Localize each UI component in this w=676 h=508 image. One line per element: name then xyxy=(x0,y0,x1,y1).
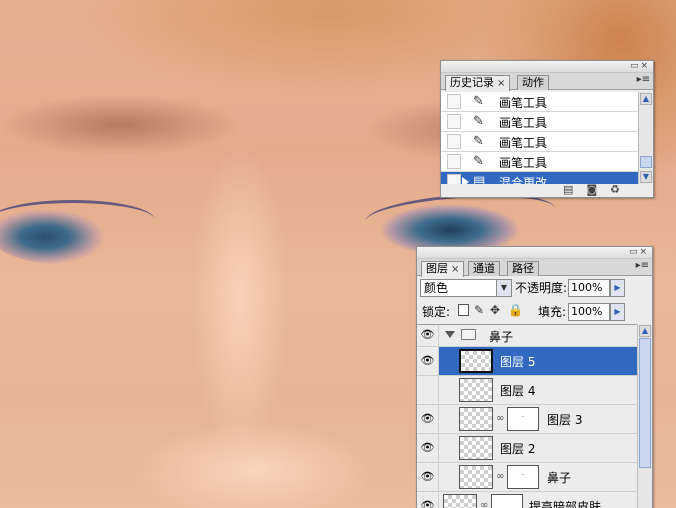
history-panel-titlebar[interactable]: ▭× xyxy=(441,61,653,73)
layer-mask-thumbnail[interactable]: · xyxy=(507,465,539,489)
tab-actions[interactable]: 动作 xyxy=(517,75,549,90)
visibility-eye-icon[interactable]: 👁 xyxy=(417,434,439,462)
history-item[interactable]: ✎ 画笔工具 xyxy=(441,132,639,152)
layers-panel-titlebar[interactable]: ▭× xyxy=(417,247,652,259)
layer-thumbnail xyxy=(459,378,493,402)
history-scrollbar[interactable]: ▲ ▼ xyxy=(638,92,653,184)
new-document-icon[interactable]: ▤ xyxy=(563,183,586,196)
opacity-input[interactable]: 100% xyxy=(568,279,610,297)
tab-close-icon[interactable]: × xyxy=(451,264,459,275)
brush-icon: ✎ xyxy=(473,154,484,169)
lock-transparency-icon[interactable] xyxy=(458,304,469,316)
fill-slider-arrow-icon[interactable]: ▶ xyxy=(610,303,625,321)
link-chain-icon[interactable]: ∞ xyxy=(496,413,504,424)
history-item[interactable]: ✎ 画笔工具 xyxy=(441,92,639,112)
panel-window-buttons[interactable]: ▭× xyxy=(629,247,649,257)
layer-row[interactable]: 👁 ∞ · 图层 3 xyxy=(417,405,637,434)
brush-icon: ✎ xyxy=(473,114,484,129)
tab-paths[interactable]: 路径 xyxy=(507,261,539,276)
layer-row[interactable]: 👁 ∞ · 鼻子 xyxy=(417,463,637,492)
layer-row-selected[interactable]: 👁 图层 5 xyxy=(417,347,637,376)
expand-triangle-icon[interactable] xyxy=(445,331,455,338)
blend-opacity-row: 颜色 ▼ 不透明度: 100% ▶ xyxy=(417,276,654,300)
history-panel-tabs: 历史记录 × 动作 ▸≡ xyxy=(441,73,653,91)
layer-row[interactable]: 图层 4 xyxy=(417,376,637,405)
trash-icon[interactable]: ♻ xyxy=(610,183,633,196)
layer-blend-icon: ▤ xyxy=(473,174,486,184)
lock-position-move-icon[interactable]: ✥ xyxy=(490,302,500,318)
left-eye xyxy=(0,205,150,265)
layer-thumbnail xyxy=(459,436,493,460)
history-source-checkbox[interactable] xyxy=(447,134,461,149)
visibility-eye-icon[interactable]: 👁 xyxy=(417,347,439,375)
history-source-checkbox[interactable] xyxy=(447,174,461,184)
tab-close-icon[interactable]: × xyxy=(497,78,505,89)
layers-scrollbar[interactable]: ▲ xyxy=(637,324,652,508)
folder-icon xyxy=(461,329,476,340)
lock-fill-row: 锁定: ✎ ✥ 🔒 填充: 100% ▶ xyxy=(417,300,654,324)
tab-channels[interactable]: 通道 xyxy=(468,261,500,276)
scroll-thumb[interactable] xyxy=(639,338,651,468)
visibility-eye-icon[interactable]: 👁 xyxy=(417,492,439,508)
layer-group-row[interactable]: 👁 鼻子 xyxy=(417,325,637,347)
panel-menu-icon[interactable]: ▸≡ xyxy=(637,74,650,85)
layers-panel-tabs: 图层 × 通道 路径 ▸≡ xyxy=(417,259,652,277)
scroll-up-icon[interactable]: ▲ xyxy=(639,325,651,337)
layer-thumbnail xyxy=(459,349,493,373)
history-state-marker-icon xyxy=(462,177,469,184)
lock-pixels-brush-icon[interactable]: ✎ xyxy=(474,302,484,318)
fill-input[interactable]: 100% xyxy=(568,303,610,321)
history-source-checkbox[interactable] xyxy=(447,94,461,109)
chevron-down-icon[interactable]: ▼ xyxy=(496,280,511,296)
scroll-up-icon[interactable]: ▲ xyxy=(640,93,652,105)
layer-row[interactable]: 👁 图层 2 xyxy=(417,434,637,463)
blend-mode-select[interactable]: 颜色 ▼ xyxy=(420,279,512,297)
layer-thumbnail xyxy=(459,407,493,431)
history-footer: ▤◙♻ xyxy=(563,183,633,196)
layer-mask-thumbnail[interactable] xyxy=(491,494,523,508)
layer-thumbnail xyxy=(459,465,493,489)
layers-list: 👁 鼻子 👁 图层 5 图层 4 👁 ∞ · 图层 3 👁 图层 2 👁 ∞ ·… xyxy=(417,324,637,508)
visibility-eye-icon[interactable]: 👁 xyxy=(417,463,439,491)
opacity-slider-arrow-icon[interactable]: ▶ xyxy=(610,279,625,297)
history-source-checkbox[interactable] xyxy=(447,114,461,129)
history-item[interactable]: ✎ 画笔工具 xyxy=(441,112,639,132)
snapshot-camera-icon[interactable]: ◙ xyxy=(586,183,610,196)
scroll-down-icon[interactable]: ▼ xyxy=(640,171,652,183)
visibility-eye-icon[interactable]: 👁 xyxy=(417,325,439,346)
visibility-eye-icon[interactable] xyxy=(417,376,439,404)
history-list: ✎ 画笔工具 ✎ 画笔工具 ✎ 画笔工具 ✎ 画笔工具 ▤ 混合更改 xyxy=(441,92,639,184)
history-source-checkbox[interactable] xyxy=(447,154,461,169)
scroll-thumb[interactable] xyxy=(640,156,652,168)
layer-thumbnail xyxy=(443,494,477,508)
layer-mask-thumbnail[interactable]: · xyxy=(507,407,539,431)
brush-icon: ✎ xyxy=(473,94,484,109)
link-chain-icon[interactable]: ∞ xyxy=(496,471,504,482)
tab-layers[interactable]: 图层 × xyxy=(421,261,465,277)
history-item[interactable]: ✎ 画笔工具 xyxy=(441,152,639,172)
tab-history[interactable]: 历史记录 × xyxy=(445,75,511,91)
panel-menu-icon[interactable]: ▸≡ xyxy=(636,260,649,271)
brush-icon: ✎ xyxy=(473,134,484,149)
visibility-eye-icon[interactable]: 👁 xyxy=(417,405,439,433)
link-chain-icon[interactable]: ∞ xyxy=(480,500,488,508)
history-panel: ▭× 历史记录 × 动作 ▸≡ ✎ 画笔工具 ✎ 画笔工具 ✎ 画笔工具 ✎ 画笔 xyxy=(440,60,654,198)
panel-window-buttons[interactable]: ▭× xyxy=(630,61,650,71)
lock-all-padlock-icon[interactable]: 🔒 xyxy=(508,302,523,318)
layers-panel: ▭× 图层 × 通道 路径 ▸≡ 颜色 ▼ 不透明度: 100% ▶ 锁定: ✎ … xyxy=(416,246,653,508)
layer-row[interactable]: 👁 ∞ 提亮暗部皮肤 xyxy=(417,492,637,508)
